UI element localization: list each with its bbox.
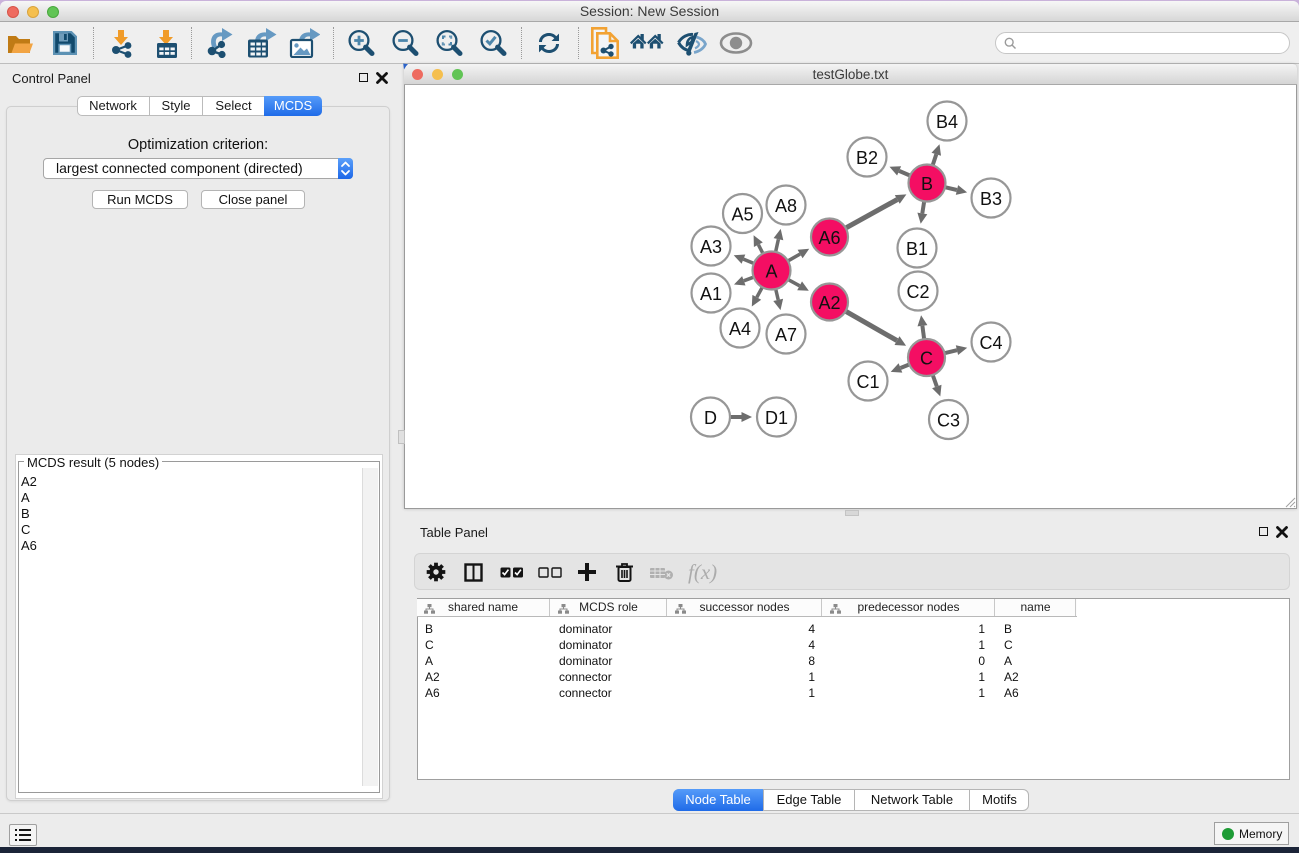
svg-text:A6: A6 [818,228,840,248]
svg-text:B1: B1 [906,239,928,259]
svg-text:A8: A8 [775,196,797,216]
svg-text:A3: A3 [700,237,722,257]
svg-text:A5: A5 [731,205,753,225]
svg-text:B3: B3 [980,189,1002,209]
svg-text:B: B [921,174,933,194]
svg-text:C3: C3 [937,411,960,431]
svg-text:C1: C1 [856,372,879,392]
svg-text:A7: A7 [775,325,797,345]
svg-text:A1: A1 [700,284,722,304]
svg-text:C2: C2 [906,282,929,302]
svg-text:C: C [920,349,933,369]
svg-text:B4: B4 [936,112,958,132]
svg-text:A2: A2 [818,293,840,313]
svg-text:A4: A4 [729,319,751,339]
svg-text:D1: D1 [765,408,788,428]
svg-text:D: D [704,408,717,428]
svg-text:C4: C4 [979,333,1002,353]
svg-text:A: A [765,262,777,282]
svg-text:B2: B2 [856,148,878,168]
